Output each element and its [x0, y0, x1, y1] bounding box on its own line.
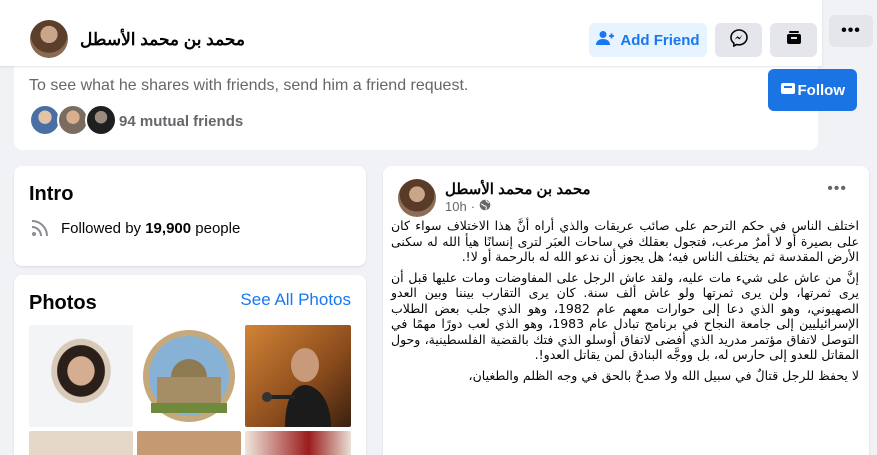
followers-suffix: people	[191, 220, 241, 237]
photo-thumbnail[interactable]	[29, 325, 133, 427]
post-paragraph: لا يحفظ للرجل قتالٌ في سبيل الله ولا صدح…	[468, 367, 859, 383]
post-paragraph: اختلف الناس في حكم الترحم على صائب عريقا…	[391, 218, 859, 264]
intro-title: Intro	[29, 183, 74, 205]
photo-thumbnail[interactable]	[137, 431, 241, 455]
user-plus-icon	[596, 30, 615, 50]
mutual-friend-avatar[interactable]	[85, 104, 117, 136]
post-options-icon[interactable]: •••	[827, 180, 847, 198]
globe-icon	[479, 199, 491, 214]
post-paragraph: إنَّ من عاش على شيء مات عليه، ولقد عاش ا…	[391, 269, 860, 363]
photo-thumbnail[interactable]	[245, 325, 351, 427]
add-friend-button[interactable]: Add Friend	[589, 23, 707, 57]
post-author-name[interactable]: محمد بن محمد الأسطل	[445, 180, 591, 198]
more-actions-icon	[786, 30, 802, 50]
profile-name[interactable]: محمد بن محمد الأسطل	[80, 30, 245, 50]
follow-label: Follow	[797, 81, 846, 99]
intro-card: Intro Followed by 19,900 people	[14, 166, 366, 266]
follow-icon	[780, 80, 796, 100]
ellipsis-icon: •••	[841, 22, 861, 39]
profile-avatar[interactable]	[30, 20, 68, 58]
post-time-text: 10h	[445, 199, 467, 214]
profile-options-button[interactable]: •••	[829, 15, 873, 47]
photo-thumbnail[interactable]	[245, 431, 351, 455]
follow-button[interactable]: Follow	[768, 69, 857, 111]
friend-request-hint: To see what he shares with friends, send…	[29, 77, 469, 94]
post-body: اختلف الناس في حكم الترحم على صائب عريقا…	[391, 218, 859, 388]
message-button[interactable]	[715, 23, 762, 57]
post-card: محمد بن محمد الأسطل 10h · ••• اختلف النا…	[383, 166, 869, 455]
profile-summary-card: To see what he shares with friends, send…	[14, 52, 818, 150]
photo-thumbnail[interactable]	[137, 325, 241, 427]
followers-count: Followed by 19,900 people	[61, 220, 240, 237]
post-timestamp[interactable]: 10h ·	[445, 199, 491, 214]
photo-thumbnail[interactable]	[29, 431, 133, 455]
followers-prefix: Followed by	[61, 220, 146, 237]
post-author-avatar[interactable]	[398, 179, 436, 217]
add-friend-label: Add Friend	[620, 31, 700, 49]
messenger-icon	[729, 29, 748, 51]
followers-number[interactable]: 19,900	[145, 220, 191, 237]
rss-feed-icon	[31, 219, 49, 237]
mutual-friends-link[interactable]: 94 mutual friends	[119, 113, 243, 130]
profile-sticky-header: محمد بن محمد الأسطل Add Friend	[0, 0, 822, 66]
see-all-photos-link[interactable]: See All Photos	[240, 290, 351, 310]
more-actions-button[interactable]	[770, 23, 817, 57]
photos-title: Photos	[29, 292, 97, 314]
photos-card: Photos See All Photos	[14, 275, 366, 455]
